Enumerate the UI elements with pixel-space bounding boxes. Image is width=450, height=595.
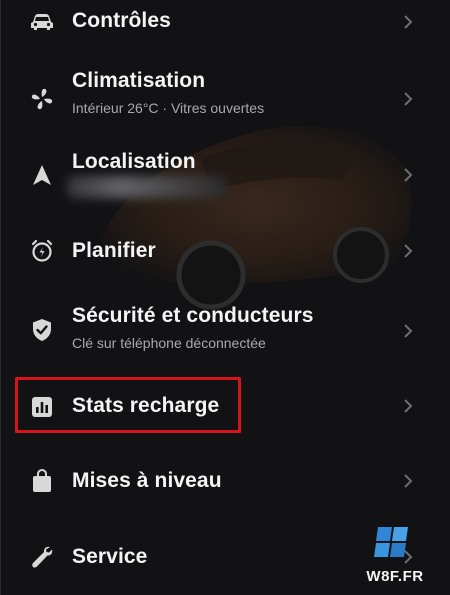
menu-item-controles[interactable]: Contrôles [1,0,450,50]
menu-item-title: Contrôles [72,9,171,32]
watermark-text: W8F.FR [366,568,424,585]
fan-icon [29,86,55,112]
menu-item-title: Climatisation [72,69,206,92]
chevron-right-icon [404,92,413,106]
car-icon [29,9,55,35]
chevron-right-icon [404,15,413,29]
alarm-clock-icon [29,238,55,264]
menu-item-subtitle: Intérieur 26°C · Vitres ouvertes [72,100,265,116]
highlight-box [15,377,241,433]
chevron-right-icon [404,474,413,488]
shopping-bag-icon [29,468,55,494]
chevron-right-icon [404,399,413,413]
menu-item-title: Localisation [72,150,196,173]
app-screen: Contrôles Climatisation Intérieur 26°C ·… [0,0,450,595]
menu-item-title: Planifier [72,239,156,262]
wrench-icon [29,544,55,570]
chevron-right-icon [404,168,413,182]
menu-item-planifier[interactable]: Planifier [1,226,450,276]
shield-check-icon [29,317,55,343]
w8f-logo-icon [374,527,408,557]
menu-item-securite[interactable]: Sécurité et conducteurs Clé sur téléphon… [1,296,450,366]
location-arrow-icon [29,162,55,188]
location-address-blurred [67,176,227,198]
watermark: W8F.FR [360,523,430,585]
chevron-right-icon [404,244,413,258]
chevron-right-icon [404,324,413,338]
menu-item-title: Mises à niveau [72,469,222,492]
menu-item-mises-a-niveau[interactable]: Mises à niveau [1,456,450,506]
menu-item-title: Sécurité et conducteurs [72,304,314,327]
menu-item-title: Service [72,545,148,568]
menu-item-climatisation[interactable]: Climatisation Intérieur 26°C · Vitres ou… [1,62,450,132]
menu-item-subtitle: Clé sur téléphone déconnectée [72,335,266,351]
